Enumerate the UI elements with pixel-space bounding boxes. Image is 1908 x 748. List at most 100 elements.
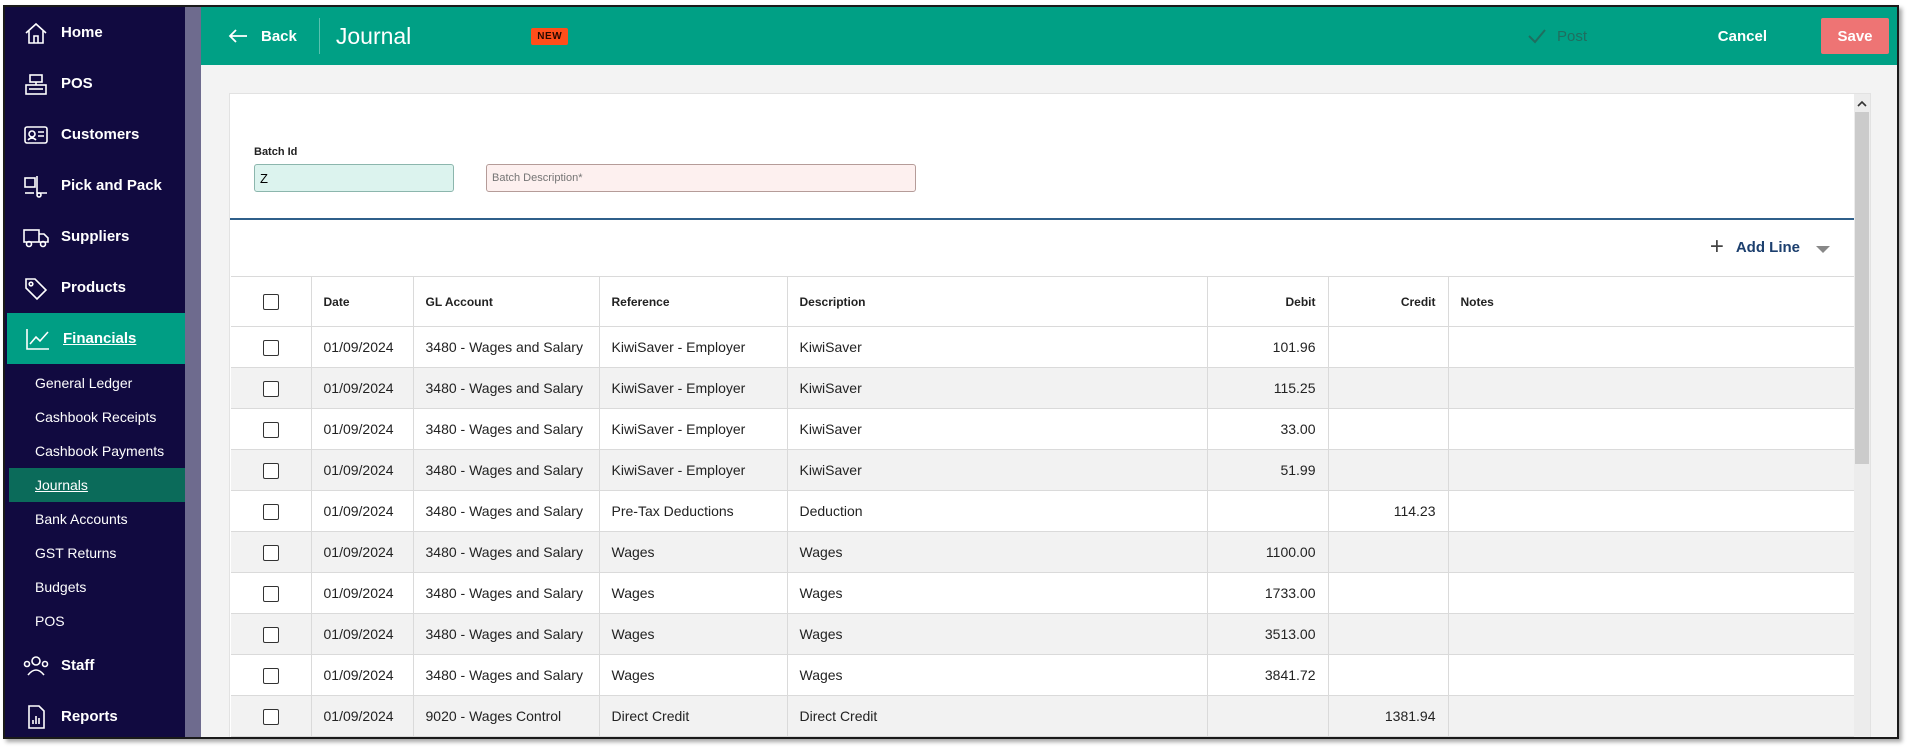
sidebar-item-pick-and-pack[interactable]: Pick and Pack [5, 160, 185, 211]
sidebar-item-home[interactable]: Home [5, 7, 185, 58]
cell-description[interactable]: KiwiSaver [787, 367, 1208, 409]
cell-reference[interactable]: Direct Credit [599, 695, 788, 737]
cell-debit[interactable]: 3841.72 [1207, 654, 1329, 696]
sidebar-subitem-bank-accounts[interactable]: Bank Accounts [5, 502, 185, 536]
cell-date[interactable]: 01/09/2024 [311, 326, 414, 368]
row-checkbox[interactable] [262, 667, 279, 684]
cell-gl-account[interactable]: 3480 - Wages and Salary [413, 408, 600, 450]
cell-notes[interactable] [1448, 613, 1861, 655]
cell-gl-account[interactable]: 3480 - Wages and Salary [413, 654, 600, 696]
cell-description[interactable]: Direct Credit [787, 695, 1208, 737]
table-row[interactable]: 01/09/2024 3480 - Wages and Salary KiwiSav… [231, 326, 1861, 368]
table-row[interactable]: 01/09/2024 9020 - Wages Control Direct Cre… [231, 695, 1861, 737]
cell-gl-account[interactable]: 3480 - Wages and Salary [413, 449, 600, 491]
cell-description[interactable]: Wages [787, 654, 1208, 696]
cell-notes[interactable] [1448, 531, 1861, 573]
cell-credit[interactable] [1328, 531, 1449, 573]
scroll-up-arrow-icon[interactable] [1854, 96, 1870, 110]
back-button[interactable]: Back [201, 18, 320, 54]
row-checkbox[interactable] [262, 626, 279, 643]
cell-notes[interactable] [1448, 449, 1861, 491]
row-checkbox[interactable] [262, 585, 279, 602]
cell-reference[interactable]: KiwiSaver - Employer [599, 326, 788, 368]
cell-debit[interactable] [1207, 490, 1329, 532]
cell-description[interactable]: KiwiSaver [787, 326, 1208, 368]
cell-date[interactable]: 01/09/2024 [311, 490, 414, 532]
cell-notes[interactable] [1448, 326, 1861, 368]
table-row[interactable]: 01/09/2024 3480 - Wages and Salary Wages Wa… [231, 531, 1861, 573]
row-checkbox[interactable] [262, 708, 279, 725]
col-notes[interactable]: Notes [1448, 276, 1861, 327]
vertical-scrollbar[interactable] [1854, 94, 1870, 737]
select-all-checkbox[interactable] [262, 293, 279, 310]
cell-credit[interactable]: 114.23 [1328, 490, 1449, 532]
cell-debit[interactable] [1207, 695, 1329, 737]
cell-description[interactable]: Wages [787, 572, 1208, 614]
table-row[interactable]: 01/09/2024 3480 - Wages and Salary Wages Wa… [231, 572, 1861, 614]
cell-date[interactable]: 01/09/2024 [311, 572, 414, 614]
cell-debit[interactable]: 33.00 [1207, 408, 1329, 450]
sidebar-item-products[interactable]: Products [5, 262, 185, 313]
row-checkbox[interactable] [262, 503, 279, 520]
sidebar-item-reports[interactable]: Reports [5, 691, 185, 737]
cell-reference[interactable]: KiwiSaver - Employer [599, 408, 788, 450]
add-line-button[interactable]: + Add Line [1710, 235, 1830, 259]
sidebar-item-suppliers[interactable]: Suppliers [5, 211, 185, 262]
cell-reference[interactable]: KiwiSaver - Employer [599, 449, 788, 491]
row-checkbox[interactable] [262, 421, 279, 438]
table-row[interactable]: 01/09/2024 3480 - Wages and Salary KiwiSav… [231, 408, 1861, 450]
cell-gl-account[interactable]: 3480 - Wages and Salary [413, 367, 600, 409]
sidebar-item-staff[interactable]: Staff [5, 640, 185, 691]
sidebar-subitem-cashbook-receipts[interactable]: Cashbook Receipts [5, 400, 185, 434]
cell-date[interactable]: 01/09/2024 [311, 367, 414, 409]
sidebar-item-customers[interactable]: Customers [5, 109, 185, 160]
post-button[interactable]: Post [1527, 28, 1587, 45]
sidebar-subitem-general-ledger[interactable]: General Ledger [5, 366, 185, 400]
sidebar-subitem-pos[interactable]: POS [5, 604, 185, 638]
cell-debit[interactable]: 1733.00 [1207, 572, 1329, 614]
batch-id-input[interactable] [254, 164, 454, 192]
cell-reference[interactable]: Wages [599, 531, 788, 573]
cell-gl-account[interactable]: 3480 - Wages and Salary [413, 572, 600, 614]
cell-reference[interactable]: Wages [599, 654, 788, 696]
cell-credit[interactable] [1328, 572, 1449, 614]
cell-gl-account[interactable]: 3480 - Wages and Salary [413, 490, 600, 532]
cell-notes[interactable] [1448, 408, 1861, 450]
scrollbar-thumb[interactable] [1855, 112, 1869, 464]
cell-credit[interactable] [1328, 613, 1449, 655]
cell-debit[interactable]: 101.96 [1207, 326, 1329, 368]
sidebar-subitem-gst-returns[interactable]: GST Returns [5, 536, 185, 570]
sidebar-subitem-budgets[interactable]: Budgets [5, 570, 185, 604]
cell-description[interactable]: Deduction [787, 490, 1208, 532]
sidebar-subitem-journals[interactable]: Journals [9, 468, 185, 502]
cell-reference[interactable]: Pre-Tax Deductions [599, 490, 788, 532]
cell-reference[interactable]: Wages [599, 572, 788, 614]
cell-credit[interactable] [1328, 367, 1449, 409]
cell-description[interactable]: KiwiSaver [787, 408, 1208, 450]
cell-date[interactable]: 01/09/2024 [311, 654, 414, 696]
sidebar-subitem-cashbook-payments[interactable]: Cashbook Payments [5, 434, 185, 468]
col-date[interactable]: Date [311, 276, 414, 327]
cell-description[interactable]: Wages [787, 531, 1208, 573]
table-row[interactable]: 01/09/2024 3480 - Wages and Salary Pre-Tax… [231, 490, 1861, 532]
col-credit[interactable]: Credit [1328, 276, 1449, 327]
save-button[interactable]: Save [1821, 18, 1889, 54]
cell-date[interactable]: 01/09/2024 [311, 531, 414, 573]
cell-date[interactable]: 01/09/2024 [311, 695, 414, 737]
table-row[interactable]: 01/09/2024 3480 - Wages and Salary KiwiSav… [231, 449, 1861, 491]
cell-date[interactable]: 01/09/2024 [311, 449, 414, 491]
cell-reference[interactable]: KiwiSaver - Employer [599, 367, 788, 409]
cell-reference[interactable]: Wages [599, 613, 788, 655]
cell-notes[interactable] [1448, 490, 1861, 532]
cell-debit[interactable]: 3513.00 [1207, 613, 1329, 655]
cell-credit[interactable] [1328, 408, 1449, 450]
col-gl-account[interactable]: GL Account [413, 276, 600, 327]
row-checkbox[interactable] [262, 339, 279, 356]
row-checkbox[interactable] [262, 544, 279, 561]
col-description[interactable]: Description [787, 276, 1208, 327]
col-debit[interactable]: Debit [1207, 276, 1329, 327]
cell-credit[interactable] [1328, 326, 1449, 368]
cell-debit[interactable]: 115.25 [1207, 367, 1329, 409]
cell-description[interactable]: KiwiSaver [787, 449, 1208, 491]
table-row[interactable]: 01/09/2024 3480 - Wages and Salary KiwiSav… [231, 367, 1861, 409]
